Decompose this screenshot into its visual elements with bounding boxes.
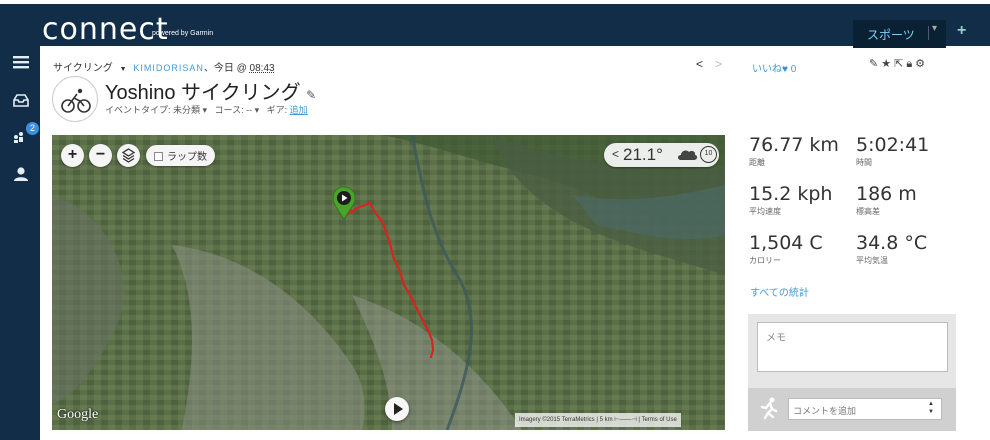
share-icon[interactable]: ⇱ (894, 58, 906, 70)
stat-value: 34.8 °C (856, 232, 928, 254)
cycling-avatar-icon (52, 76, 98, 122)
course-dropdown[interactable]: コース: -- ▾ (215, 105, 260, 115)
stat-value: 15.2 kph (749, 183, 833, 205)
zoom-out-button[interactable]: − (89, 144, 112, 167)
stat-value: 5:02:41 (856, 134, 930, 156)
stat-label: 平均気温 (856, 256, 888, 265)
gear-icon[interactable]: ⚙ (915, 58, 928, 70)
stat-avg-temp: 34.8 °C 平均気温 (856, 232, 927, 266)
notes-panel: メモ コメントを追加 ▲ ▼ (748, 314, 956, 431)
activity-meta: イベントタイプ: 未分類 ▾ コース: -- ▾ ギア: 追加 (105, 103, 308, 116)
top-bar: connect powered by Garmin スポーツ ▾ + (0, 0, 990, 48)
lap-toggle[interactable]: ラップ数 (146, 145, 215, 166)
previous-activity-icon[interactable]: < (696, 57, 703, 71)
stat-value: 186 m (856, 183, 917, 205)
sport-type[interactable]: サイクリング (53, 63, 113, 74)
heart-icon: ♥ (782, 64, 788, 75)
stat-label: 標高差 (856, 207, 880, 216)
sports-menu-button[interactable]: スポーツ ▾ (853, 20, 946, 48)
stat-label: 時間 (856, 158, 872, 167)
start-marker-icon[interactable] (331, 186, 357, 220)
date-label: 、今日 @ (203, 63, 250, 74)
weather-widget[interactable]: <21.1° 10 (604, 143, 719, 167)
stat-value: 76.77 km (749, 134, 839, 156)
add-gear-link[interactable]: 追加 (290, 105, 308, 115)
stat-elevation: 186 m 標高差 (856, 183, 917, 217)
lap-checkbox[interactable] (154, 152, 163, 161)
temperature: 21.1° (623, 145, 663, 164)
comment-row: コメントを追加 ▲ ▼ (748, 388, 956, 431)
menu-icon[interactable] (12, 54, 30, 72)
stat-label: カロリー (749, 256, 781, 265)
next-activity-icon[interactable]: > (715, 57, 722, 71)
user-link[interactable]: KIMIDORISAN (133, 63, 204, 73)
comment-input[interactable]: コメントを追加 (788, 398, 942, 420)
like-button[interactable]: いいね♥ 0 (752, 60, 796, 75)
lock-icon[interactable]: 🔒︎ (906, 58, 915, 70)
add-button[interactable]: + (957, 22, 966, 40)
notification-badge: 2 (26, 122, 39, 135)
edit-pencil-icon[interactable]: ✎ (306, 88, 316, 102)
breadcrumb: サイクリング ▼ KIMIDORISAN、今日 @ 08:43 (53, 59, 275, 74)
runner-avatar-icon (760, 397, 778, 420)
layers-icon[interactable] (117, 144, 140, 167)
like-count: 0 (790, 64, 797, 75)
zoom-in-button[interactable]: + (61, 144, 84, 167)
stat-calories: 1,504 C カロリー (749, 232, 823, 266)
weather-collapse-icon[interactable]: < (612, 147, 619, 161)
comment-stepper-icon[interactable]: ▲ ▼ (928, 400, 934, 416)
map-attribution[interactable]: Imagery ©2015 TerraMetrics | 5 km ⊢——⊣ |… (515, 413, 681, 427)
edit-icon[interactable]: ✎ (869, 58, 881, 70)
divider (928, 26, 929, 40)
stat-avg-speed: 15.2 kph 平均速度 (749, 183, 832, 217)
connect-logo[interactable]: connect (42, 12, 169, 47)
stat-label: 距離 (749, 158, 765, 167)
cloud-icon (678, 150, 698, 160)
activity-title-text: Yoshino サイクリング (105, 82, 301, 104)
gear-label: ギア: (266, 105, 290, 115)
time-label[interactable]: 08:43 (250, 63, 275, 74)
satellite-imagery (52, 135, 725, 430)
stat-label: 平均速度 (749, 207, 781, 216)
lap-label: ラップ数 (167, 152, 207, 163)
sports-button-label: スポーツ (867, 28, 915, 42)
memo-textarea[interactable]: メモ (757, 322, 948, 372)
inbox-icon[interactable] (12, 92, 30, 110)
activity-nav: < > (696, 57, 734, 71)
activity-title[interactable]: Yoshino サイクリング ✎ (105, 76, 316, 105)
logo-subtitle: powered by Garmin (152, 30, 214, 37)
sport-dropdown-icon[interactable]: ▼ (120, 66, 127, 73)
stat-time: 5:02:41 時間 (856, 134, 929, 168)
stat-distance: 76.77 km 距離 (749, 134, 839, 168)
event-type-dropdown[interactable]: イベントタイプ: 未分類 ▾ (105, 105, 207, 115)
google-logo: Google (57, 407, 99, 422)
action-icons: ✎★⇱🔒︎⚙ (869, 57, 928, 71)
activity-map[interactable]: + − ラップ数 <21.1° 10 Google Imagery ©2015 … (52, 135, 725, 430)
play-button[interactable] (385, 397, 409, 421)
profile-icon[interactable] (12, 166, 30, 184)
stat-value: 1,504 C (749, 232, 823, 254)
like-label: いいね (752, 64, 782, 75)
time-badge-icon: 10 (700, 146, 717, 163)
left-sidebar: 2 (0, 46, 40, 440)
all-stats-link[interactable]: すべての統計 (750, 284, 809, 299)
chevron-down-icon[interactable]: ▾ (932, 23, 937, 34)
star-icon[interactable]: ★ (881, 58, 894, 70)
